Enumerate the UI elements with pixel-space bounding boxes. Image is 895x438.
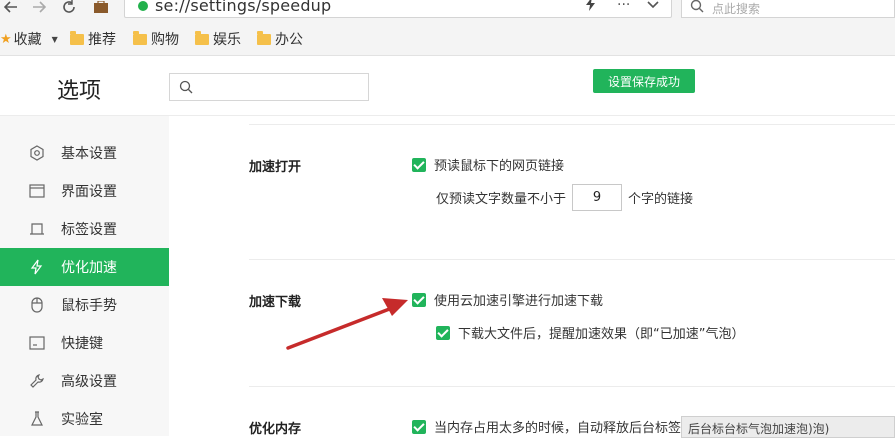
bookmark-folder-label: 娱乐 xyxy=(213,32,241,48)
memory-release-checkbox[interactable] xyxy=(412,419,426,434)
bookmark-favorites-label: 收藏 xyxy=(13,32,42,48)
sidebar-item-speedup[interactable]: 优化加速 xyxy=(0,248,169,286)
settings-sidebar: 基本设置 界面设置 标签设置 优化加速 鼠标手势 快捷键 高级设置 实验室 xyxy=(0,116,169,436)
save-success-toast: 设置保存成功 xyxy=(593,69,695,93)
browser-search-placeholder: 点此搜索 xyxy=(712,2,761,16)
address-bar[interactable]: se://settings/speedup ··· xyxy=(124,0,672,18)
bookmark-folder-label: 购物 xyxy=(151,32,179,48)
sidebar-item-interface[interactable]: 界面设置 xyxy=(0,172,169,210)
section-title-open: 加速打开 xyxy=(249,160,302,175)
cloud-accelerate-label: 使用云加速引擎进行加速下载 xyxy=(434,294,604,309)
cloud-accelerate-checkbox[interactable] xyxy=(412,292,426,307)
min-chars-prefix: 仅预读文字数量不小于 xyxy=(436,192,567,207)
more-icon[interactable]: ··· xyxy=(617,0,630,13)
divider xyxy=(249,259,895,260)
settings-content: 加速打开 预读鼠标下的网页链接 仅预读文字数量不小于 9 个字的链接 加速下载 … xyxy=(169,116,895,438)
settings-header: 选项 设置保存成功 xyxy=(0,57,895,116)
preread-links-checkbox[interactable] xyxy=(412,157,426,172)
min-chars-input[interactable]: 9 xyxy=(572,184,623,211)
preread-links-option[interactable]: 预读鼠标下的网页链接 xyxy=(412,155,564,174)
sidebar-item-label: 实验室 xyxy=(61,412,103,428)
search-icon xyxy=(179,80,193,98)
browser-search-box[interactable]: 点此搜索 xyxy=(681,0,895,18)
page-title: 选项 xyxy=(57,79,102,104)
folder-icon xyxy=(133,30,147,45)
hover-tooltip: 后台标台标气泡加速泡)泡) xyxy=(681,416,895,438)
search-icon xyxy=(690,0,704,17)
bookmark-folder[interactable]: 办公 xyxy=(257,30,303,48)
bookmark-folder-label: 办公 xyxy=(275,32,303,48)
folder-icon xyxy=(195,30,209,45)
divider xyxy=(249,124,895,125)
keyboard-icon xyxy=(28,334,46,352)
bookmark-folder-label: 推荐 xyxy=(88,32,116,48)
sidebar-item-label: 快捷键 xyxy=(61,336,103,352)
folder-icon xyxy=(70,30,84,45)
accelerate-bubble-checkbox[interactable] xyxy=(436,325,450,340)
settings-search-input[interactable] xyxy=(169,73,369,101)
sidebar-item-mouse-gesture[interactable]: 鼠标手势 xyxy=(0,286,169,324)
bookmark-folder[interactable]: 娱乐 xyxy=(195,30,241,48)
refresh-icon[interactable] xyxy=(60,0,78,14)
forward-icon[interactable] xyxy=(30,0,48,14)
bookmarks-bar: ★ 收藏 ▼ 推荐 购物 娱乐 办公 xyxy=(0,22,895,56)
sidebar-item-label: 高级设置 xyxy=(61,374,117,390)
window-icon xyxy=(28,182,46,200)
preread-links-label: 预读鼠标下的网页链接 xyxy=(434,159,565,174)
secure-icon xyxy=(138,1,148,11)
accelerate-bubble-label: 下载大文件后，提醒加速效果（即“已加速”气泡） xyxy=(458,327,745,342)
browser-toolbar: se://settings/speedup ··· 点此搜索 xyxy=(0,0,895,22)
address-url[interactable]: se://settings/speedup xyxy=(155,0,331,15)
sidebar-item-label: 界面设置 xyxy=(61,184,117,200)
folder-icon xyxy=(257,30,271,45)
cloud-accelerate-option[interactable]: 使用云加速引擎进行加速下载 xyxy=(412,290,603,309)
star-icon: ★ xyxy=(0,31,12,47)
min-chars-suffix: 个字的链接 xyxy=(628,192,694,207)
sidebar-item-advanced[interactable]: 高级设置 xyxy=(0,362,169,400)
back-icon[interactable] xyxy=(2,0,20,14)
wrench-icon xyxy=(28,372,46,390)
extension-icon[interactable] xyxy=(92,0,110,14)
sidebar-item-label: 鼠标手势 xyxy=(61,298,117,314)
lightning-mode-icon[interactable] xyxy=(585,0,597,15)
gear-icon xyxy=(28,144,46,162)
section-title-download: 加速下载 xyxy=(249,295,302,310)
sidebar-item-basic[interactable]: 基本设置 xyxy=(0,134,169,172)
sidebar-item-label: 标签设置 xyxy=(61,222,117,238)
sidebar-item-shortcuts[interactable]: 快捷键 xyxy=(0,324,169,362)
sidebar-item-tabs[interactable]: 标签设置 xyxy=(0,210,169,248)
mouse-icon xyxy=(28,296,46,314)
min-chars-row: 仅预读文字数量不小于 9 个字的链接 xyxy=(436,184,693,211)
bookmark-favorites[interactable]: ★ 收藏 ▼ xyxy=(0,30,58,49)
flask-icon xyxy=(28,410,46,428)
divider xyxy=(249,386,895,387)
bookmark-folder[interactable]: 推荐 xyxy=(70,30,116,48)
caret-down-icon: ▼ xyxy=(51,34,58,44)
sidebar-item-label: 基本设置 xyxy=(61,146,117,162)
lightning-icon xyxy=(28,258,46,276)
accelerate-bubble-option[interactable]: 下载大文件后，提醒加速效果（即“已加速”气泡） xyxy=(436,323,744,342)
chevron-down-icon[interactable] xyxy=(647,0,659,13)
section-title-memory: 优化内存 xyxy=(249,422,302,437)
memory-release-label: 当内存占用太多的时候，自动释放后台标签 xyxy=(434,421,682,436)
memory-release-option[interactable]: 当内存占用太多的时候，自动释放后台标签 xyxy=(412,417,681,436)
sidebar-item-lab[interactable]: 实验室 xyxy=(0,400,169,438)
tab-icon xyxy=(28,220,46,238)
sidebar-item-label: 优化加速 xyxy=(61,260,117,276)
bookmark-folder[interactable]: 购物 xyxy=(133,30,179,48)
